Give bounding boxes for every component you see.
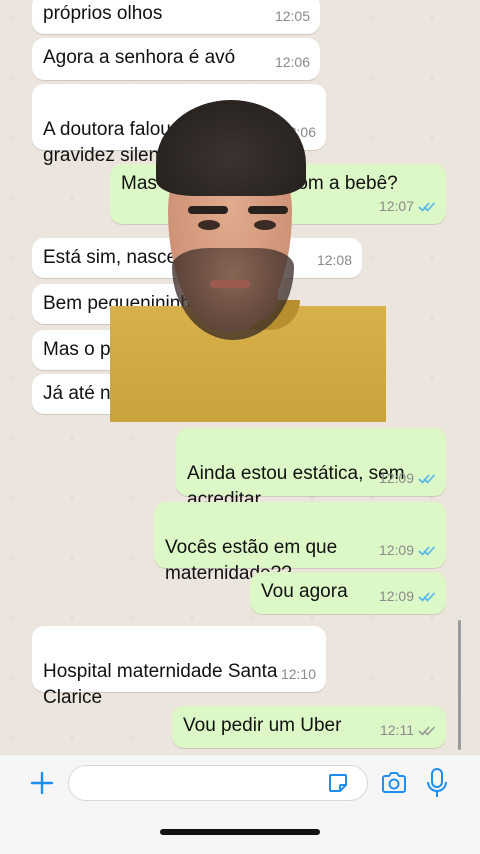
message-time: 12:09 [379, 465, 436, 491]
microphone-icon[interactable] [426, 767, 448, 799]
message-outgoing[interactable]: Ainda estou estática, sem acreditar 12:0… [176, 428, 446, 510]
message-time: 12:11 [380, 717, 436, 743]
message-input[interactable] [68, 765, 368, 801]
home-indicator [160, 829, 320, 835]
message-time: 12:05 [274, 8, 310, 24]
message-incoming[interactable]: próprios olhos 12:05 [32, 0, 320, 34]
message-time: 12:09 [379, 537, 436, 563]
double-check-icon [418, 201, 436, 212]
message-incoming[interactable]: Hospital maternidade Santa Clarice 12:10 [32, 626, 326, 708]
message-time: 12:06 [274, 54, 310, 70]
double-check-icon [418, 473, 436, 484]
mouth [210, 280, 250, 288]
double-check-icon [418, 591, 436, 602]
message-outgoing[interactable]: Vocês estão em que maternidade?? 12:09 [154, 502, 446, 584]
person-video-overlay [110, 100, 386, 422]
left-eye [198, 220, 220, 230]
message-outgoing[interactable]: Vou agora 12:09 [250, 572, 446, 614]
double-check-icon [418, 545, 436, 556]
plus-icon[interactable] [26, 767, 58, 799]
sticker-icon[interactable] [326, 771, 350, 795]
message-time: 12:07 [379, 193, 436, 219]
message-text: Agora a senhora é avó [43, 47, 236, 68]
double-check-icon [418, 725, 436, 736]
message-time: 12:10 [280, 666, 316, 682]
right-eye [254, 220, 276, 230]
message-incoming[interactable]: Agora a senhora é avó 12:06 [32, 38, 320, 80]
message-outgoing[interactable]: Vou pedir um Uber 12:11 [172, 706, 446, 748]
message-text: próprios olhos [43, 3, 163, 24]
camera-icon[interactable] [380, 769, 408, 797]
message-text: Vou agora [261, 581, 348, 602]
chat-scrollbar[interactable] [458, 620, 461, 750]
hair [156, 100, 306, 196]
message-time: 12:09 [379, 583, 436, 609]
composer-bar [0, 754, 480, 854]
left-eyebrow [188, 206, 228, 214]
right-eyebrow [248, 206, 288, 214]
message-text: Vou pedir um Uber [183, 715, 342, 736]
